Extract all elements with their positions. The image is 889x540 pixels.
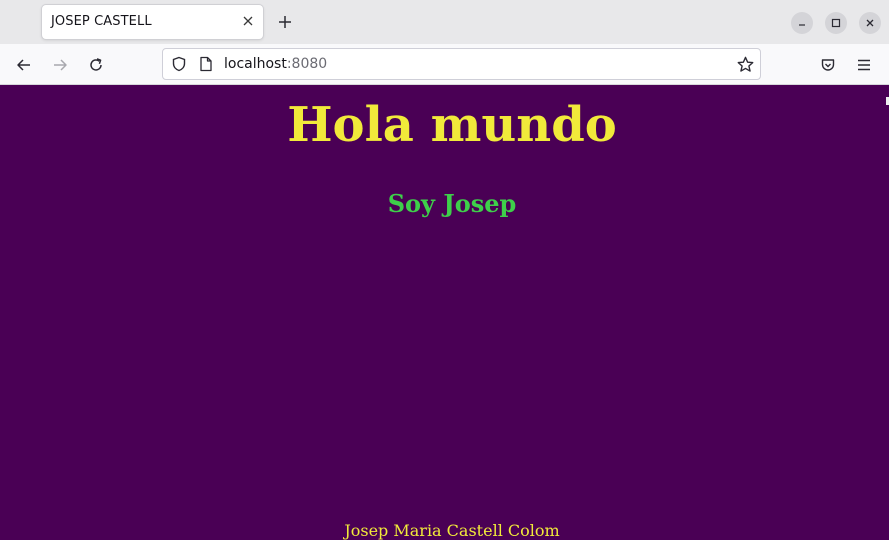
tab-title: JOSEP CASTELL (51, 14, 152, 29)
page-heading: Hola mundo (287, 97, 617, 153)
url-host: localhost (224, 56, 287, 72)
page-icon[interactable] (198, 55, 214, 73)
star-icon[interactable] (736, 55, 754, 73)
shield-icon[interactable] (170, 55, 188, 73)
pocket-icon[interactable] (815, 52, 841, 78)
url-port: :8080 (286, 56, 328, 72)
page-subheading: Soy Josep (387, 189, 517, 218)
reload-icon[interactable] (83, 52, 109, 78)
maximize-icon[interactable] (825, 12, 847, 34)
arrow-left-icon[interactable] (11, 52, 37, 78)
close-icon[interactable] (239, 12, 257, 30)
tab-strip: JOSEP CASTELL (0, 0, 889, 44)
hamburger-menu-icon[interactable] (851, 52, 877, 78)
minimize-icon[interactable] (791, 12, 813, 34)
page-content: Hola mundo Soy Josep Josep Maria Castell… (0, 85, 889, 540)
arrow-right-icon[interactable] (47, 52, 73, 78)
browser-window: JOSEP CASTELL localhost:8080 Hola mundo … (0, 0, 889, 540)
url-bar[interactable]: localhost:8080 (162, 48, 761, 80)
navigation-bar: localhost:8080 (0, 44, 889, 85)
plus-icon[interactable] (274, 11, 296, 33)
url-text[interactable]: localhost:8080 (224, 56, 327, 72)
tab-josep-castell[interactable]: JOSEP CASTELL (42, 5, 263, 39)
close-icon[interactable] (859, 12, 881, 34)
page-footer: Josep Maria Castell Colom (344, 521, 560, 540)
